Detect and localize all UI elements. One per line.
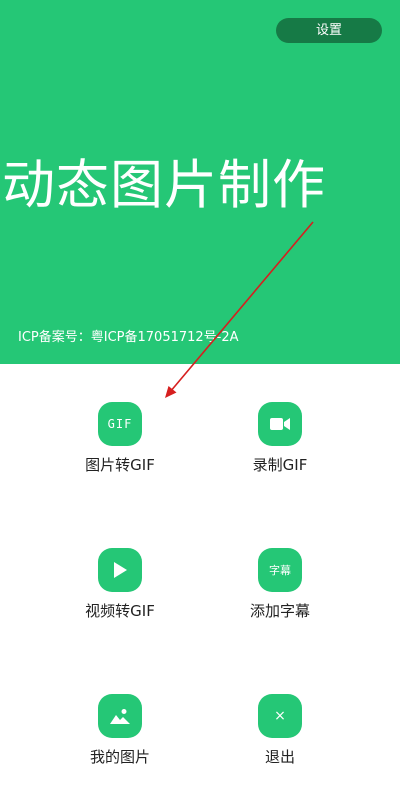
- header-banner: 设置 动态图片制作 ICP备案号：粤ICP备17051712号-2A: [0, 0, 400, 364]
- image-glyph: [110, 709, 130, 724]
- feature-menu: GIF 图片转GIF 录制GIF 视频转GIF 字幕 添加字幕 我的图片 × 退…: [0, 364, 400, 786]
- subtitle-icon: 字幕: [258, 548, 302, 592]
- video-camera-glyph: [270, 418, 290, 430]
- icp-registration-text: ICP备案号：粤ICP备17051712号-2A: [18, 330, 239, 345]
- exit-label: 退出: [264, 748, 295, 766]
- settings-button[interactable]: 设置: [276, 18, 382, 43]
- record-gif-label: 录制GIF: [252, 456, 308, 474]
- app-title: 动态图片制作: [2, 155, 326, 216]
- close-icon-text: ×: [274, 708, 286, 724]
- gif-icon-text: GIF: [107, 417, 133, 431]
- image-to-gif-label: 图片转GIF: [85, 456, 155, 474]
- video-to-gif-label: 视频转GIF: [85, 602, 155, 620]
- my-images-tile[interactable]: 我的图片: [50, 694, 190, 794]
- image-icon: [98, 694, 142, 738]
- play-icon: [98, 548, 142, 592]
- video-camera-icon: [258, 402, 302, 446]
- record-gif-tile[interactable]: 录制GIF: [210, 402, 350, 502]
- play-glyph: [114, 562, 127, 578]
- my-images-label: 我的图片: [89, 748, 150, 766]
- subtitle-icon-text: 字幕: [269, 564, 291, 577]
- exit-tile[interactable]: × 退出: [210, 694, 350, 794]
- image-to-gif-tile[interactable]: GIF 图片转GIF: [50, 402, 190, 502]
- add-subtitle-label: 添加字幕: [249, 602, 310, 620]
- video-to-gif-tile[interactable]: 视频转GIF: [50, 548, 190, 648]
- close-icon: ×: [258, 694, 302, 738]
- add-subtitle-tile[interactable]: 字幕 添加字幕: [210, 548, 350, 648]
- gif-icon: GIF: [98, 402, 142, 446]
